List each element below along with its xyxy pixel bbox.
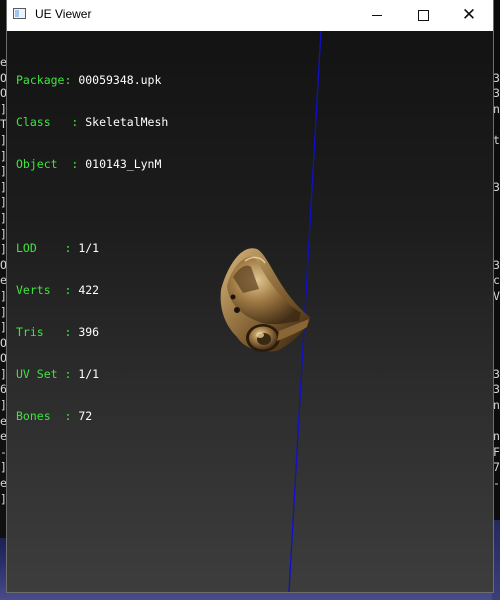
console-line-fragment xyxy=(493,336,500,352)
console-line-fragment xyxy=(493,117,500,133)
console-line-fragment: t xyxy=(493,132,500,147)
console-line-fragment xyxy=(493,305,500,321)
uvset-label: UV Set : xyxy=(16,367,79,381)
verts-value: 422 xyxy=(78,283,100,297)
console-line-fragment: V xyxy=(493,288,500,303)
console-line-fragment xyxy=(493,211,500,227)
console-line-fragment: 3 xyxy=(493,257,500,272)
console-line-fragment xyxy=(493,55,500,71)
uvset-value: 1/1 xyxy=(78,367,100,381)
console-line-fragment: n xyxy=(493,429,500,444)
tris-label: Tris : xyxy=(16,325,79,339)
minimize-icon xyxy=(372,14,382,16)
console-line-fragment xyxy=(493,320,500,336)
bones-label: Bones : xyxy=(16,409,79,423)
title-bar[interactable]: UE Viewer ✕ xyxy=(7,0,493,31)
close-icon: ✕ xyxy=(461,5,477,25)
object-value: 010143_LynM xyxy=(85,157,162,171)
minimize-button[interactable] xyxy=(354,0,400,31)
class-value: SkeletalMesh xyxy=(85,115,169,129)
tris-value: 396 xyxy=(78,325,100,339)
3d-viewport[interactable]: Package: 00059348.upk Class : SkeletalMe… xyxy=(7,31,493,592)
ue-viewer-window: UE Viewer ✕ Package: 00059348.upk Class … xyxy=(7,0,493,592)
maximize-button[interactable] xyxy=(400,0,446,31)
skeletal-mesh-model xyxy=(220,248,310,352)
console-line-fragment xyxy=(493,195,500,211)
console-line-fragment: F xyxy=(493,444,500,459)
console-line-fragment xyxy=(493,351,500,367)
maximize-icon xyxy=(417,9,429,21)
console-line-fragment: 3 xyxy=(493,86,500,101)
console-line-fragment xyxy=(493,414,500,430)
desktop-background-right xyxy=(492,520,500,600)
lod-label: LOD : xyxy=(16,241,79,255)
console-line-fragment xyxy=(493,242,500,258)
lod-value: 1/1 xyxy=(78,241,100,255)
console-line-fragment: n xyxy=(493,101,500,116)
console-line-fragment: c xyxy=(493,273,500,288)
console-line-fragment: 7 xyxy=(493,460,500,475)
console-line-fragment: 3 xyxy=(493,366,500,381)
console-line-fragment xyxy=(493,149,500,165)
close-button[interactable]: ✕ xyxy=(446,0,492,31)
console-line-fragment xyxy=(493,227,500,243)
console-line-fragment xyxy=(493,507,500,520)
console-line-fragment: 3 xyxy=(493,179,500,194)
app-icon xyxy=(13,8,26,19)
console-line-fragment xyxy=(493,164,500,180)
package-value: 00059348.upk xyxy=(78,73,162,87)
mesh-info-overlay: Package: 00059348.upk Class : SkeletalMe… xyxy=(16,45,168,451)
verts-label: Verts : xyxy=(16,283,79,297)
class-label: Class : xyxy=(16,115,86,129)
console-line-fragment: 3 xyxy=(493,70,500,85)
console-line-fragment xyxy=(493,492,500,508)
bones-value: 72 xyxy=(78,409,93,423)
package-label: Package: xyxy=(16,73,79,87)
console-line-fragment: n xyxy=(493,398,500,413)
console-line-fragment: 3 xyxy=(493,382,500,397)
console-line-fragment: - xyxy=(493,476,500,491)
background-console-right: 33n t 3 3cV 33n nF7- xyxy=(493,55,500,520)
object-label: Object : xyxy=(16,157,86,171)
window-title: UE Viewer xyxy=(35,7,92,21)
